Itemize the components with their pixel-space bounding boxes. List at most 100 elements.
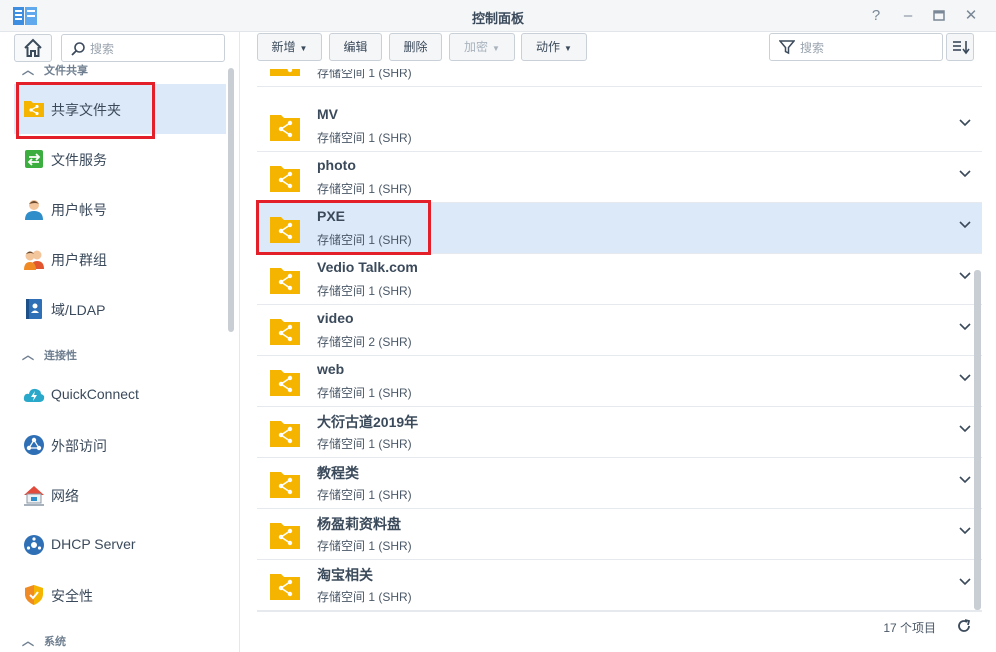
section-system[interactable]: ︿ 系统 [22, 632, 66, 649]
chevron-down-icon[interactable] [957, 115, 973, 131]
folder-row[interactable]: 淘宝相关 存储空间 1 (SHR) [257, 560, 982, 611]
refresh-icon[interactable] [956, 618, 972, 634]
quickconnect-icon [23, 388, 45, 402]
folder-volume: 存储空间 1 (SHR) [317, 539, 412, 553]
section-connectivity[interactable]: ︿ 连接性 [22, 346, 77, 363]
chevron-down-icon[interactable] [957, 472, 973, 488]
chevron-down-icon[interactable] [957, 574, 973, 590]
folder-name: 淘宝相关 [317, 567, 373, 583]
shared-folder-icon [270, 69, 300, 76]
main-search-input[interactable] [800, 39, 936, 57]
shield-icon [25, 585, 43, 605]
folder-row-selected[interactable]: PXE 存储空间 1 (SHR) [257, 203, 982, 254]
dhcp-server-icon [24, 535, 44, 555]
sidebar-item-label: 共享文件夹 [51, 102, 121, 118]
group-icon [24, 250, 44, 270]
folder-row[interactable]: 教程类 存储空间 1 (SHR) [257, 458, 982, 509]
main-search[interactable] [769, 33, 943, 61]
folder-row[interactable]: 大衍古道2019年 存储空间 1 (SHR) [257, 407, 982, 458]
shared-folder-icon [270, 319, 300, 345]
user-icon [25, 200, 43, 220]
chevron-down-icon[interactable] [957, 523, 973, 539]
section-file-sharing[interactable]: ︿ 文件共享 [22, 61, 88, 78]
folder-name: 教程类 [317, 465, 359, 481]
chevron-down-icon[interactable] [957, 421, 973, 437]
sidebar-item-dhcp-server[interactable]: DHCP Server [14, 520, 226, 570]
sidebar-item-user[interactable]: 用户帐号 [14, 184, 226, 234]
close-icon[interactable]: ✕ [961, 6, 981, 26]
create-button[interactable]: 新增 ▼ [257, 33, 322, 61]
sidebar-scrollbar[interactable] [228, 68, 234, 332]
edit-button[interactable]: 编辑 [329, 33, 382, 61]
filter-icon [779, 40, 795, 55]
folder-volume: 存储空间 1 (SHR) [317, 69, 412, 80]
sidebar-item-label: 文件服务 [51, 152, 107, 168]
folder-name: 杨盈莉资料盘 [317, 516, 401, 532]
folder-volume: 存储空间 1 (SHR) [317, 182, 412, 196]
chevron-down-icon[interactable] [957, 166, 973, 182]
sidebar-item-label: 网络 [51, 488, 79, 504]
sidebar-search[interactable] [61, 34, 225, 62]
sidebar-item-label: 域/LDAP [51, 302, 106, 318]
folder-row[interactable]: web 存储空间 1 (SHR) [257, 356, 982, 407]
folder-row[interactable]: Vedio Talk.com 存储空间 1 (SHR) [257, 254, 982, 305]
sidebar-item-external-access[interactable]: 外部访问 [14, 420, 226, 470]
folder-row[interactable]: photo 存储空间 1 (SHR) [257, 152, 982, 203]
sidebar-item-security[interactable]: 安全性 [14, 570, 226, 620]
shared-folder-icon [270, 370, 300, 396]
home-icon [24, 38, 42, 57]
sidebar-item-label: 用户群组 [51, 252, 107, 268]
search-icon [71, 42, 85, 56]
sidebar-item-label: QuickConnect [51, 386, 139, 402]
window-title: 控制面板 [471, 11, 524, 26]
list-footer: 17 个项目 [257, 611, 982, 639]
folder-row[interactable]: 存储空间 1 (SHR) [257, 69, 982, 87]
sidebar-item-group[interactable]: 用户群组 [14, 234, 226, 284]
shared-folder-icon [270, 115, 300, 141]
sort-icon [953, 41, 970, 55]
folder-row[interactable]: MV 存储空间 1 (SHR) [257, 101, 982, 152]
minimize-icon[interactable]: – [898, 6, 918, 26]
shared-folder-icon [270, 574, 300, 600]
folder-volume: 存储空间 1 (SHR) [317, 590, 412, 604]
sidebar-item-shared-folder[interactable]: 共享文件夹 [14, 84, 226, 134]
shared-folder-icon [270, 268, 300, 294]
network-icon [24, 486, 44, 506]
file-services-icon [25, 150, 43, 168]
chevron-down-icon[interactable] [957, 268, 973, 284]
sidebar-item-label: DHCP Server [51, 536, 136, 552]
chevron-down-icon[interactable] [957, 217, 973, 233]
domain-ldap-icon [26, 299, 42, 319]
shared-folder-icon [270, 166, 300, 192]
action-button[interactable]: 动作 ▼ [521, 33, 587, 61]
shared-folder-list: 存储空间 1 (SHR) MV 存储空间 1 (SHR) photo 存储空间 … [257, 69, 982, 611]
sidebar-item-quickconnect[interactable]: QuickConnect [14, 370, 226, 420]
folder-name: MV [317, 106, 338, 122]
home-button[interactable] [14, 34, 52, 62]
maximize-icon[interactable] [929, 6, 949, 26]
folder-volume: 存储空间 1 (SHR) [317, 233, 412, 247]
chevron-up-icon: ︿ [22, 634, 35, 648]
folder-volume: 存储空间 1 (SHR) [317, 386, 412, 400]
sort-button[interactable] [946, 33, 974, 61]
encrypt-button[interactable]: 加密 ▼ [449, 33, 515, 61]
item-count: 17 个项目 [883, 621, 936, 635]
sidebar-item-network[interactable]: 网络 [14, 470, 226, 520]
shared-folder-icon [270, 217, 300, 243]
folder-volume: 存储空间 1 (SHR) [317, 284, 412, 298]
chevron-down-icon[interactable] [957, 370, 973, 386]
help-icon[interactable]: ? [866, 6, 886, 26]
folder-name: 大衍古道2019年 [317, 414, 419, 430]
sidebar-item-domain-ldap[interactable]: 域/LDAP [14, 284, 226, 334]
folder-row[interactable]: 杨盈莉资料盘 存储空间 1 (SHR) [257, 509, 982, 560]
folder-name: Vedio Talk.com [317, 259, 418, 275]
sidebar-search-input[interactable] [90, 40, 216, 58]
chevron-down-icon[interactable] [957, 319, 973, 335]
sidebar-item-label: 外部访问 [51, 438, 107, 454]
delete-button[interactable]: 删除 [389, 33, 442, 61]
sidebar-item-file-services[interactable]: 文件服务 [14, 134, 226, 184]
sidebar-item-label: 安全性 [51, 588, 93, 604]
folder-row[interactable]: video 存储空间 2 (SHR) [257, 305, 982, 356]
list-scrollbar[interactable] [974, 270, 981, 610]
sidebar-item-label: 用户帐号 [51, 202, 107, 218]
